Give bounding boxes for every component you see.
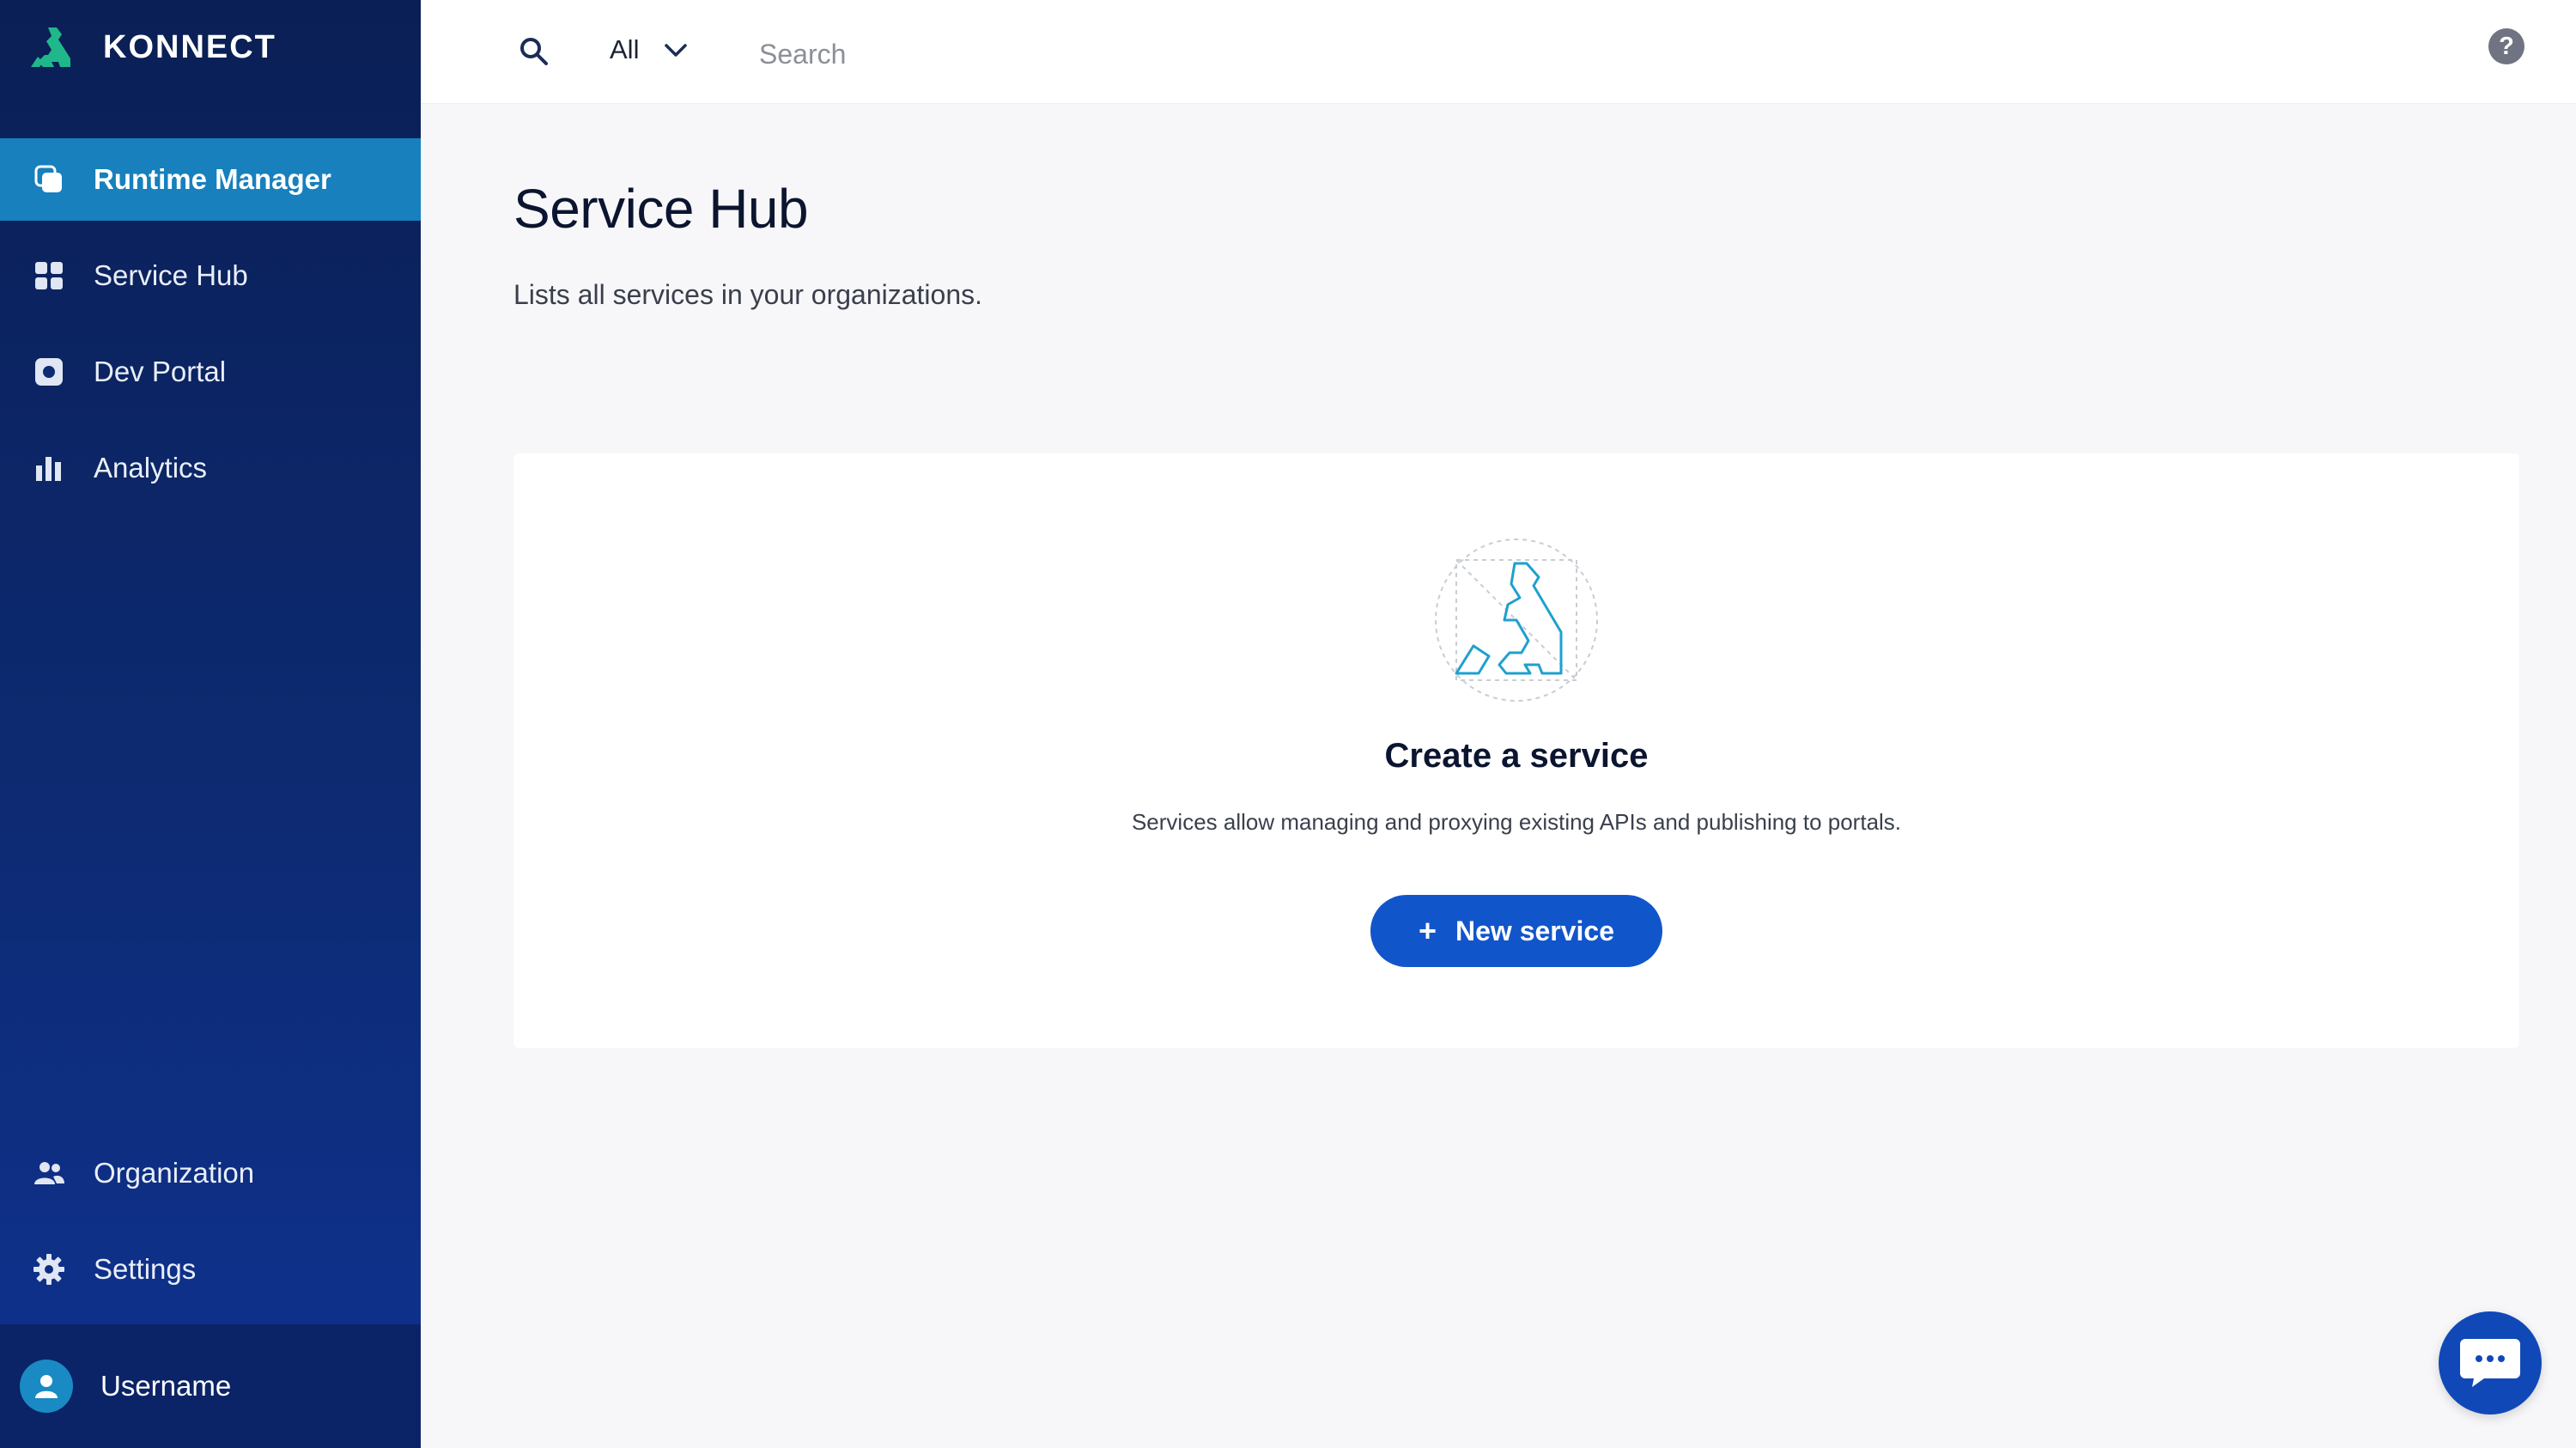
new-service-label: New service xyxy=(1455,915,1615,946)
search-input[interactable] xyxy=(757,29,2049,79)
chat-icon xyxy=(2460,1339,2520,1387)
user-menu[interactable]: Username xyxy=(0,1324,421,1448)
plus-icon: + xyxy=(1418,913,1437,948)
help-icon[interactable]: ? xyxy=(2488,28,2524,64)
search-scope-label: All xyxy=(610,34,640,64)
sidebar-item-settings[interactable]: Settings xyxy=(0,1228,421,1311)
sidebar-item-analytics[interactable]: Analytics xyxy=(0,427,421,509)
new-service-button[interactable]: + New service xyxy=(1370,895,1662,967)
search-icon[interactable] xyxy=(517,34,551,69)
empty-state-title: Create a service xyxy=(1384,737,1649,775)
app-root: KONNECT Runtime Manager Service Hub Dev … xyxy=(0,0,2576,1448)
sidebar-item-label: Service Hub xyxy=(94,259,248,291)
sidebar-item-organization[interactable]: Organization xyxy=(0,1132,421,1214)
gear-icon xyxy=(33,1253,65,1286)
sidebar-item-label: Dev Portal xyxy=(94,356,227,387)
avatar xyxy=(20,1360,73,1413)
service-hub-icon xyxy=(33,259,65,292)
page-title: Service Hub xyxy=(513,178,809,240)
dev-portal-icon xyxy=(33,356,65,388)
brand-name: KONNECT xyxy=(103,28,276,65)
sidebar-item-label: Organization xyxy=(94,1157,255,1189)
empty-state-card: Create a service Services allow managing… xyxy=(513,453,2519,1048)
username: Username xyxy=(100,1370,232,1402)
sidebar-item-dev-portal[interactable]: Dev Portal xyxy=(0,331,421,413)
sidebar-item-label: Runtime Manager xyxy=(94,163,331,195)
sidebar-item-label: Settings xyxy=(94,1253,197,1285)
sidebar-item-label: Analytics xyxy=(94,452,208,484)
sidebar-item-runtime-manager[interactable]: Runtime Manager xyxy=(0,138,421,221)
search-scope-dropdown[interactable]: All xyxy=(610,26,689,74)
empty-state-description: Services allow managing and proxying exi… xyxy=(1131,809,1902,835)
chevron-down-icon xyxy=(665,44,688,57)
sidebar: KONNECT Runtime Manager Service Hub Dev … xyxy=(0,0,421,1448)
analytics-icon xyxy=(33,452,65,484)
runtime-manager-icon xyxy=(33,163,65,196)
page-subtitle: Lists all services in your organizations… xyxy=(513,279,983,310)
chat-button[interactable] xyxy=(2439,1311,2542,1415)
konnect-logo-icon xyxy=(31,27,70,67)
sidebar-item-service-hub[interactable]: Service Hub xyxy=(0,234,421,317)
organization-icon xyxy=(33,1157,65,1189)
brand-logo[interactable]: KONNECT xyxy=(27,22,276,72)
user-icon xyxy=(35,1375,58,1398)
service-illustration-icon xyxy=(1435,538,1598,702)
top-bar: All ? xyxy=(421,0,2576,104)
